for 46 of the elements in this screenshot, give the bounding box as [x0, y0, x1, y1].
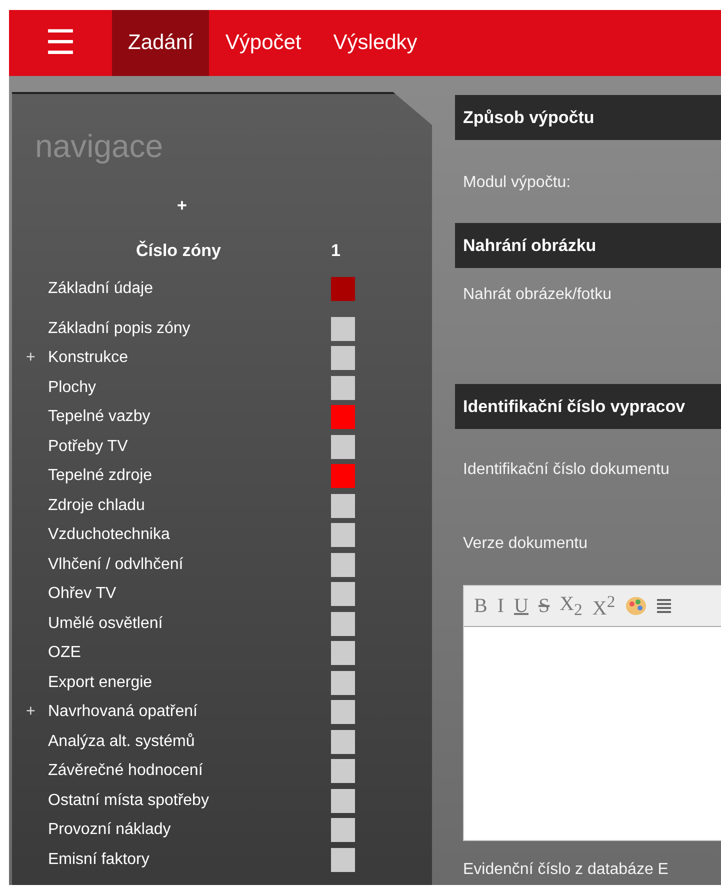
field-label: Verze dokumentu	[463, 535, 588, 553]
sidebar-item[interactable]: Umělé osvětlení	[48, 614, 163, 633]
sidebar-item[interactable]: Závěrečné hodnocení	[48, 762, 203, 780]
zone-header: Číslo zóny	[134, 241, 221, 261]
sidebar-item[interactable]: Emisní faktory	[48, 850, 150, 869]
align-icon[interactable]	[657, 598, 672, 614]
sidebar-item[interactable]: Export energie	[48, 674, 152, 692]
zone-number: 1	[331, 241, 340, 261]
sidebar-item[interactable]: Potřeby TV	[48, 438, 128, 456]
sidebar-item[interactable]: Základní údaje	[48, 280, 153, 298]
expand-toggle[interactable]: +	[26, 349, 38, 368]
sidebar-item[interactable]: Základní popis zóny	[48, 320, 190, 338]
sidebar-item[interactable]: Ostatní místa spotřeby	[48, 792, 209, 810]
sidebar-item[interactable]: Tepelné vazby	[48, 408, 150, 426]
sidebar-item[interactable]: Plochy	[48, 378, 96, 397]
sidebar-item[interactable]: Zdroje chladu	[48, 496, 145, 515]
sidebar-item[interactable]: Vzduchotechnika	[48, 526, 170, 544]
field-label: Modul výpočtu:	[463, 174, 571, 192]
section-header: Způsob výpočtu	[455, 95, 721, 140]
format-button[interactable]: X$^{2}$	[592, 592, 616, 620]
sidebar-item[interactable]: Konstrukce	[48, 349, 128, 368]
expand-toggle[interactable]: +	[26, 703, 38, 722]
sidebar-item[interactable]: Ohřev TV	[48, 585, 116, 604]
sidebar-item[interactable]: OZE	[48, 644, 81, 662]
field-label: Evidenční číslo z databáze E	[463, 861, 668, 879]
nav-tab[interactable]: Výpočet	[209, 10, 318, 76]
rich-text-editor[interactable]: B I U S X$_{2}$ X$^{2}$	[463, 585, 721, 841]
section-header: Nahrání obrázku	[455, 223, 721, 268]
menu-button[interactable]: ☰	[9, 10, 112, 76]
sidebar-item[interactable]: Vlhčení / odvlhčení	[48, 556, 184, 574]
nav-tab[interactable]: Zadání	[112, 10, 210, 76]
sidebar-item[interactable]: Navrhovaná opatření	[48, 703, 198, 722]
palette-icon[interactable]	[625, 596, 648, 616]
section-header: Identifikační číslo vypracov	[455, 384, 721, 429]
sidebar-item[interactable]: Tepelné zdroje	[48, 467, 152, 486]
format-button[interactable]: U	[514, 594, 528, 618]
field-label: Nahrát obrázek/fotku	[463, 286, 612, 304]
format-button[interactable]: S	[538, 594, 550, 618]
format-button[interactable]: B	[474, 594, 488, 618]
field-label: Identifikační číslo dokumentu	[463, 461, 670, 479]
sidebar-item[interactable]: Analýza alt. systémů	[48, 732, 195, 751]
add-zone-button[interactable]: +	[176, 196, 188, 216]
sidebar-item[interactable]: Provozní náklady	[48, 821, 171, 840]
nav-tab[interactable]: Výsledky	[317, 10, 434, 76]
format-button[interactable]: I	[497, 594, 504, 618]
format-button[interactable]: X$_{2}$	[560, 592, 582, 620]
